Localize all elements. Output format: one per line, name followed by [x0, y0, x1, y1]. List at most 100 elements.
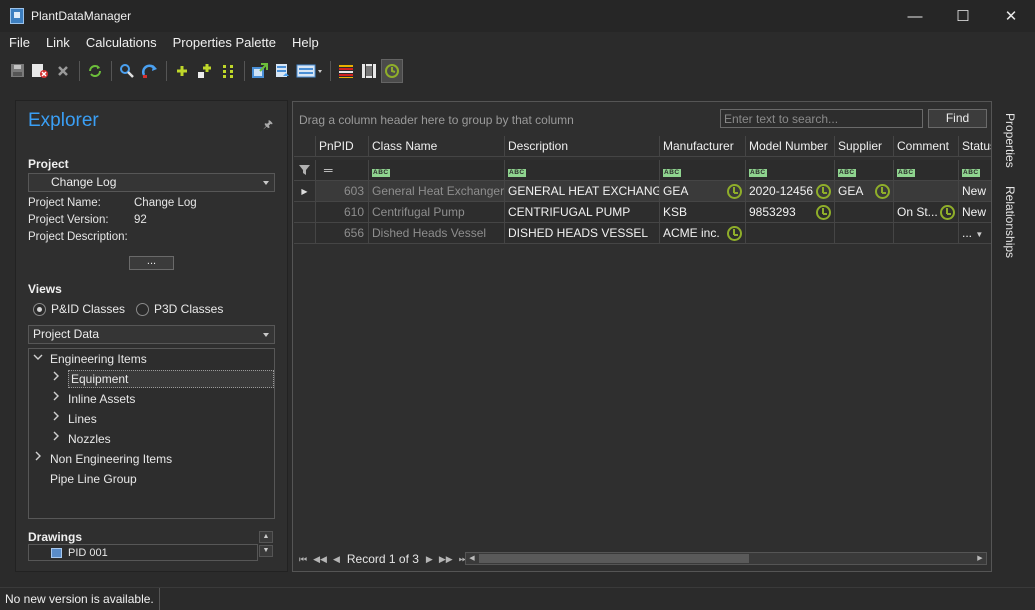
table-cell[interactable]: 656: [316, 223, 369, 244]
tree-node-nozzles[interactable]: Nozzles: [50, 429, 111, 449]
redo-icon[interactable]: [139, 59, 161, 83]
table-cell[interactable]: On St...: [894, 202, 959, 223]
filter-cell-supplier[interactable]: ABC: [835, 160, 894, 181]
maximize-button[interactable]: ☐: [939, 0, 987, 32]
pid-classes-radio[interactable]: P&ID Classes: [33, 302, 125, 316]
tree-node-pipe-line-group[interactable]: Pipe Line Group: [50, 469, 137, 489]
next-page-icon[interactable]: ▶▶: [439, 554, 453, 565]
column-header-description[interactable]: Description: [505, 136, 660, 157]
chevron-right-icon[interactable]: [50, 369, 62, 389]
filter-cell-manufacturer[interactable]: ABC: [660, 160, 746, 181]
export-icon[interactable]: [249, 59, 271, 83]
scroll-down-icon[interactable]: ▼: [259, 545, 273, 557]
add-icon[interactable]: [171, 59, 193, 83]
history-clock-icon[interactable]: [727, 184, 742, 199]
chevron-down-icon[interactable]: ▼: [975, 230, 983, 239]
table-cell[interactable]: 610: [316, 202, 369, 223]
chevron-right-icon[interactable]: [50, 409, 62, 429]
table-cell[interactable]: [894, 181, 959, 202]
color-table-icon[interactable]: [335, 59, 357, 83]
find-icon[interactable]: [116, 59, 138, 83]
table-cell[interactable]: New: [959, 181, 991, 202]
previous-page-icon[interactable]: ◀◀: [313, 554, 327, 565]
chevron-right-icon[interactable]: [50, 389, 62, 409]
table-cell[interactable]: [894, 223, 959, 244]
table-cell[interactable]: 9853293: [746, 202, 835, 223]
tree-node-equipment[interactable]: Equipment: [50, 369, 274, 389]
menu-help[interactable]: Help: [284, 32, 327, 54]
table-cell[interactable]: Centrifugal Pump: [369, 202, 505, 223]
tab-relationships[interactable]: Relationships: [1003, 186, 1017, 258]
filter-cell-status[interactable]: ABC: [959, 160, 991, 181]
filter-equals-icon[interactable]: ═: [316, 160, 369, 181]
row-indicator[interactable]: [294, 202, 316, 223]
table-cell[interactable]: New: [959, 202, 991, 223]
previous-record-icon[interactable]: ◀: [333, 554, 340, 565]
tree-node-lines[interactable]: Lines: [50, 409, 97, 429]
scroll-left-icon[interactable]: ◀: [466, 553, 478, 564]
column-header-supplier[interactable]: Supplier: [835, 136, 894, 157]
view-dropdown[interactable]: Project Data: [28, 325, 275, 344]
refresh-icon[interactable]: [84, 59, 106, 83]
scroll-right-icon[interactable]: ▶: [974, 553, 986, 564]
table-cell[interactable]: [835, 202, 894, 223]
next-record-icon[interactable]: ▶: [426, 554, 433, 565]
column-header-status[interactable]: Status: [959, 136, 991, 157]
horizontal-scrollbar[interactable]: ◀ ▶: [465, 552, 987, 565]
scroll-up-icon[interactable]: ▲: [259, 531, 273, 543]
add-special-icon[interactable]: [194, 59, 216, 83]
history-clock-icon[interactable]: [727, 226, 742, 241]
table-cell[interactable]: [746, 223, 835, 244]
table-cell[interactable]: CENTRIFUGAL PUMP: [505, 202, 660, 223]
search-input[interactable]: [720, 109, 923, 128]
cancel-icon[interactable]: [52, 59, 74, 83]
table-cell[interactable]: General Heat Exchanger 1: [369, 181, 505, 202]
filter-icon[interactable]: [294, 160, 316, 181]
project-dropdown[interactable]: Change Log: [28, 173, 275, 192]
group-panel[interactable]: Drag a column header here to group by th…: [293, 102, 991, 135]
column-header-manufacturer[interactable]: Manufacturer: [660, 136, 746, 157]
table-cell[interactable]: Dished Heads Vessel: [369, 223, 505, 244]
menu-file[interactable]: File: [0, 32, 38, 54]
close-button[interactable]: ✕: [987, 0, 1035, 32]
tab-properties[interactable]: Properties: [1003, 113, 1017, 168]
table-cell[interactable]: ACME inc.: [660, 223, 746, 244]
history-clock-icon[interactable]: [381, 58, 403, 83]
column-header-model-number[interactable]: Model Number: [746, 136, 835, 157]
import-icon[interactable]: [272, 59, 294, 83]
table-cell[interactable]: KSB: [660, 202, 746, 223]
current-row-arrow-icon[interactable]: ▶: [294, 181, 316, 202]
tree-node-non-engineering-items[interactable]: Non Engineering Items: [32, 449, 172, 469]
tree-node-engineering-items[interactable]: Engineering Items: [32, 349, 147, 369]
save-icon[interactable]: [6, 59, 28, 83]
minimize-button[interactable]: —: [891, 0, 939, 32]
filter-cell-comment[interactable]: ABC: [894, 160, 959, 181]
film-icon[interactable]: [358, 59, 380, 83]
column-header-pnpid[interactable]: PnPID: [316, 136, 369, 157]
menu-link[interactable]: Link: [38, 32, 78, 54]
history-clock-icon[interactable]: [816, 184, 831, 199]
table-cell[interactable]: 2020-12456: [746, 181, 835, 202]
table-cell[interactable]: 603: [316, 181, 369, 202]
view-options-icon[interactable]: [295, 59, 325, 83]
table-cell[interactable]: GEA: [835, 181, 894, 202]
row-indicator[interactable]: [294, 223, 316, 244]
chevron-right-icon[interactable]: [32, 449, 44, 469]
grid-dots-icon[interactable]: [217, 59, 239, 83]
status-dropdown-cell[interactable]: ... ▼: [959, 223, 991, 244]
column-header-comment[interactable]: Comment: [894, 136, 959, 157]
history-clock-icon[interactable]: [940, 205, 955, 220]
table-cell[interactable]: [835, 223, 894, 244]
find-button[interactable]: Find: [928, 109, 987, 128]
history-clock-icon[interactable]: [875, 184, 890, 199]
column-header-class-name[interactable]: Class Name: [369, 136, 505, 157]
delete-document-icon[interactable]: [29, 59, 51, 83]
chevron-right-icon[interactable]: [50, 429, 62, 449]
history-clock-icon[interactable]: [816, 205, 831, 220]
drawing-item[interactable]: PID 001: [68, 547, 108, 559]
menu-calculations[interactable]: Calculations: [78, 32, 165, 54]
chevron-down-icon[interactable]: [32, 349, 44, 369]
filter-cell-model-number[interactable]: ABC: [746, 160, 835, 181]
table-cell[interactable]: GENERAL HEAT EXCHANGER 1: [505, 181, 660, 202]
table-cell[interactable]: DISHED HEADS VESSEL: [505, 223, 660, 244]
